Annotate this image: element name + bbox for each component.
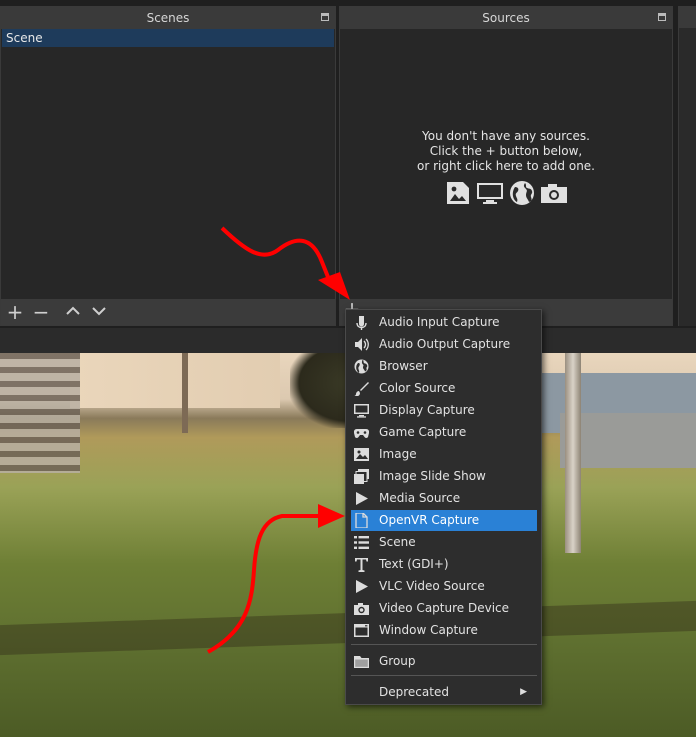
arrow-to-add-button-head bbox=[318, 272, 350, 300]
annotation-arrows bbox=[207, 226, 350, 654]
arrow-to-openvr bbox=[207, 514, 322, 654]
arrow-to-add-button bbox=[220, 226, 332, 283]
arrow-to-openvr-head bbox=[318, 504, 345, 528]
